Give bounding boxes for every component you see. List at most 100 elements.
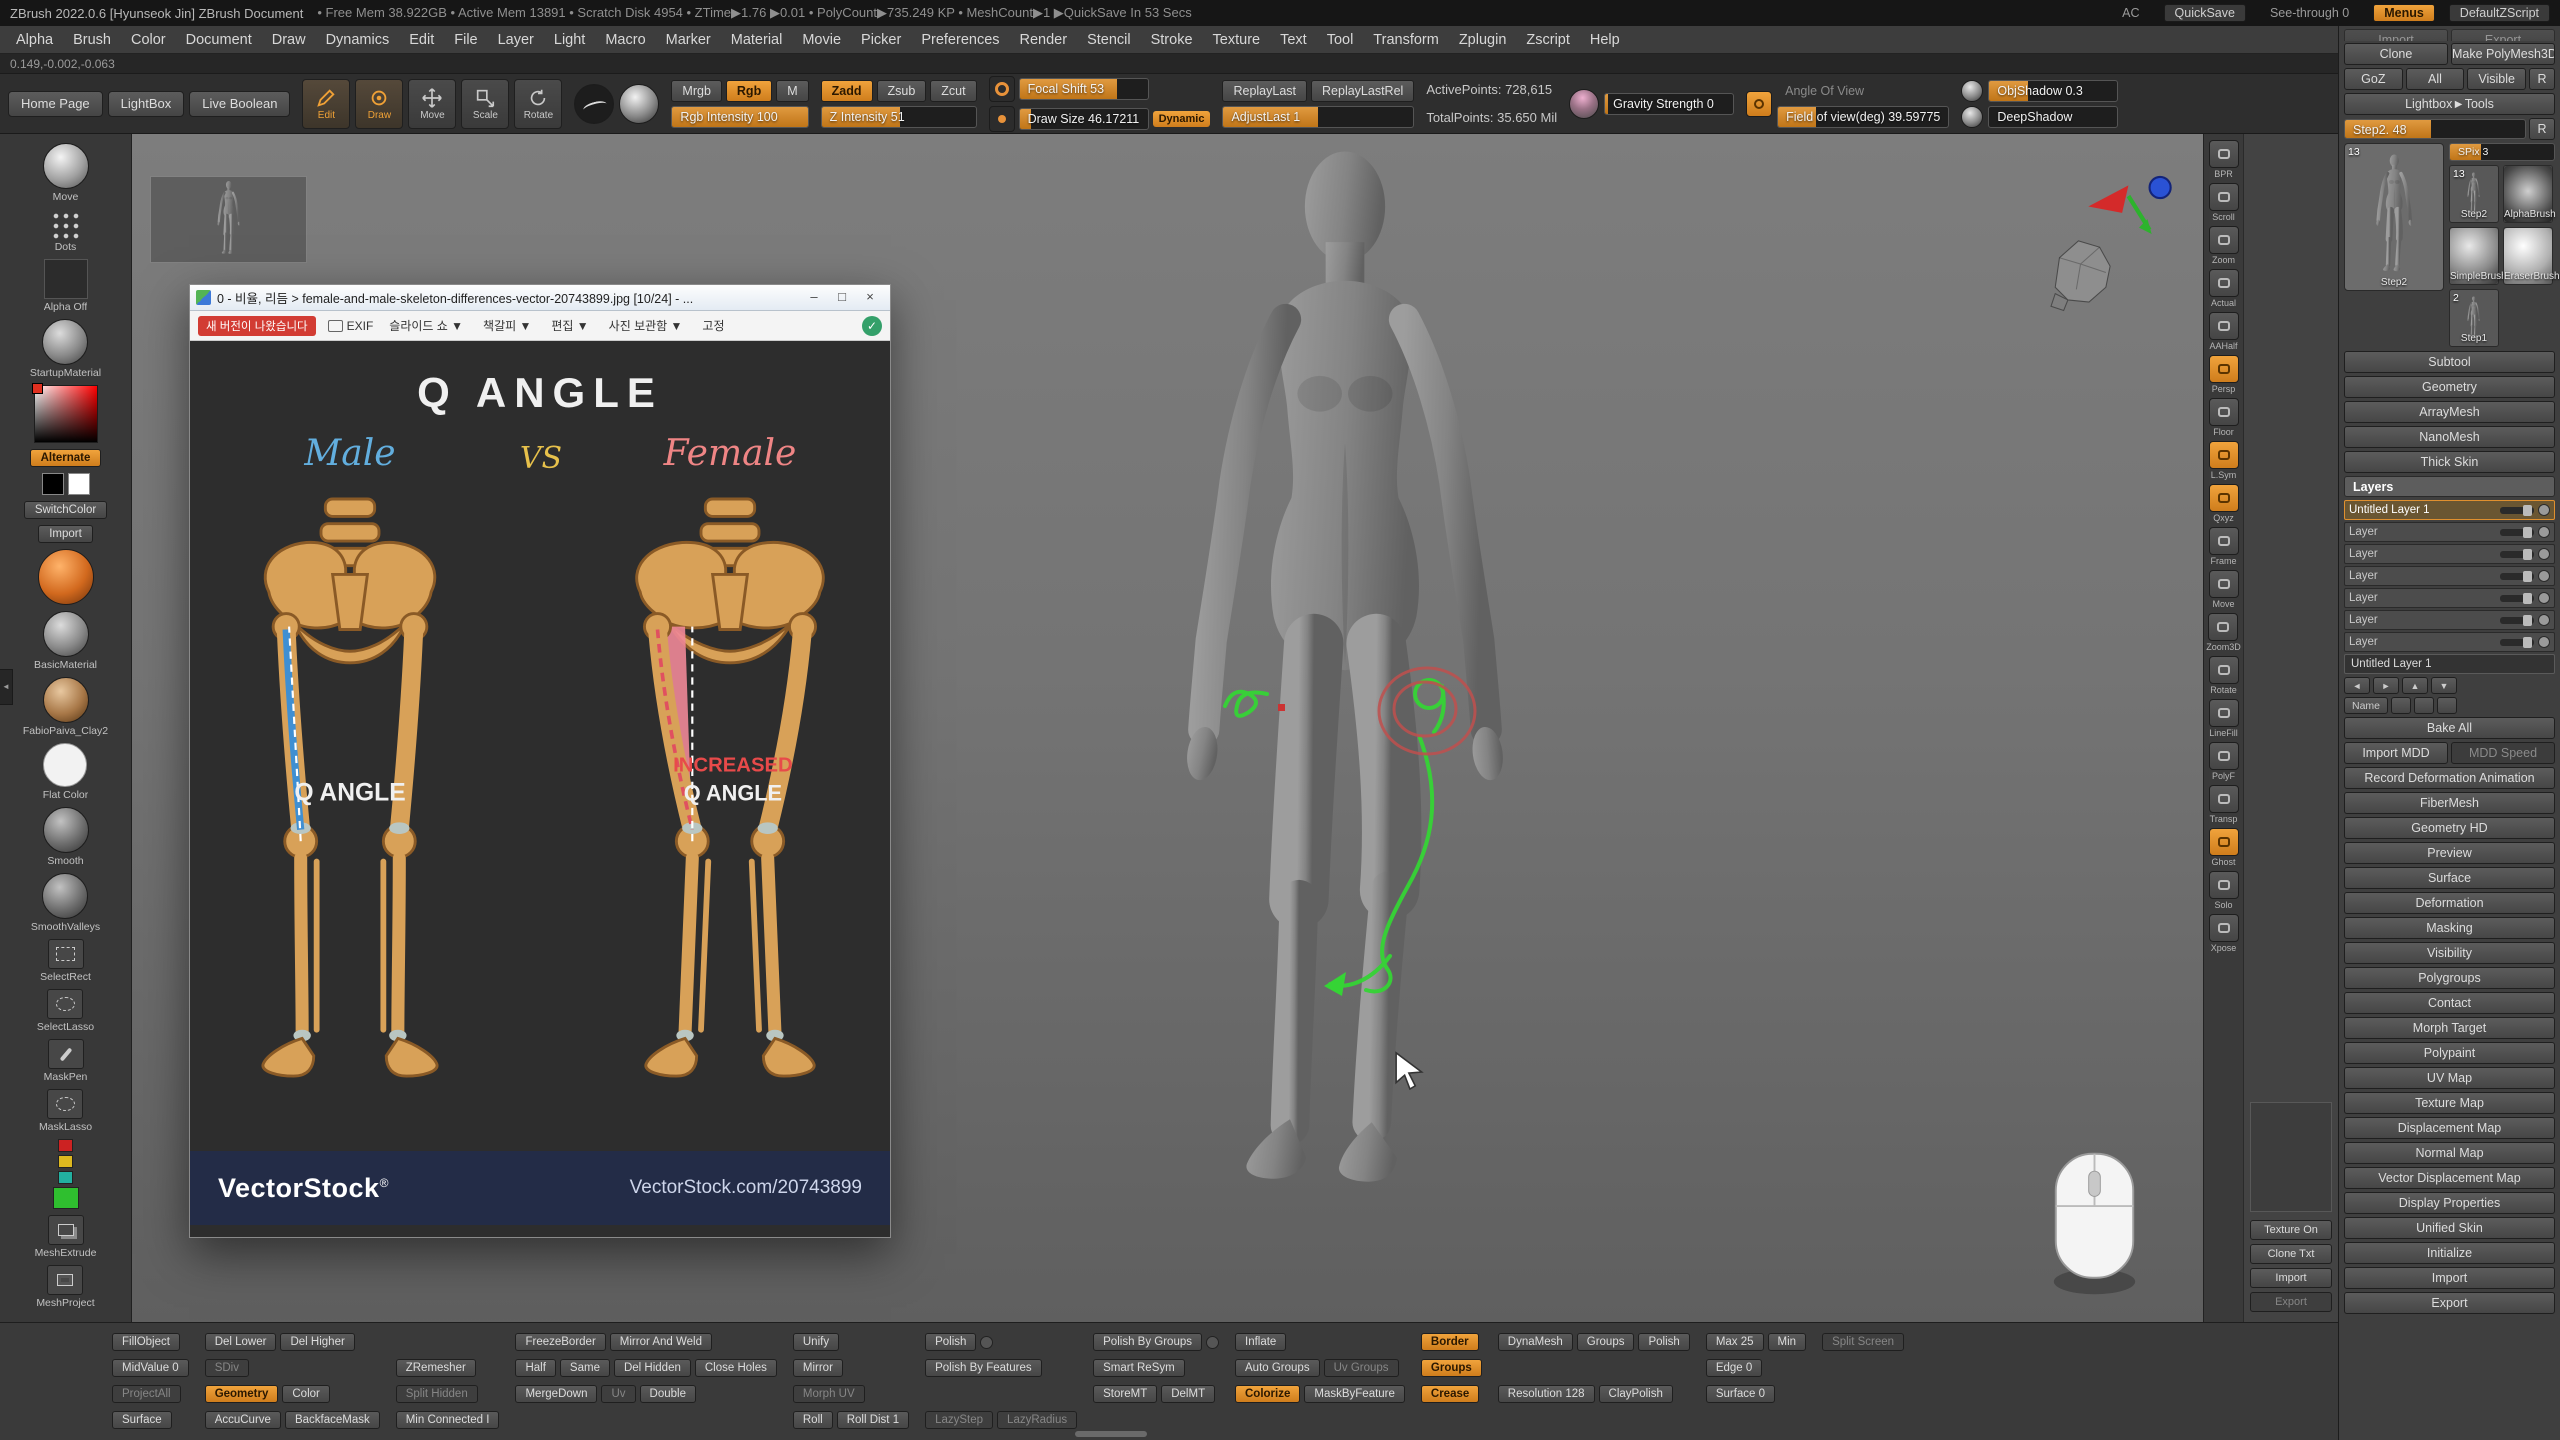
bottom-mirror-and-weld[interactable]: Mirror And Weld (610, 1333, 712, 1351)
menu-dynamics[interactable]: Dynamics (316, 26, 400, 54)
menu-stencil[interactable]: Stencil (1077, 26, 1141, 54)
sidebar-item-basicmaterial[interactable]: BasicMaterial (34, 611, 97, 671)
canvas-thumbnail[interactable] (150, 176, 307, 263)
panel-r[interactable]: R (2529, 68, 2555, 90)
menu-zscript[interactable]: Zscript (1516, 26, 1580, 54)
eye-icon[interactable] (2538, 548, 2550, 560)
viewer-menu-책갈피[interactable]: 책갈피 ▼ (479, 315, 535, 336)
panel-surface[interactable]: Surface (2344, 867, 2555, 889)
viewer-menu-편집[interactable]: 편집 ▼ (547, 315, 592, 336)
sidebar-item-alternate[interactable]: Alternate (30, 449, 102, 467)
swatch-column[interactable] (53, 1139, 79, 1209)
lightbox-button[interactable]: LightBox (108, 91, 185, 117)
bottom-polish[interactable]: Polish (1638, 1333, 1689, 1351)
layer-intensity-slider[interactable] (2500, 573, 2534, 580)
bottom-claypolish[interactable]: ClayPolish (1599, 1385, 1673, 1403)
bottom-lazyradius[interactable]: LazyRadius (997, 1411, 1077, 1429)
panel-arraymesh[interactable]: ArrayMesh (2344, 401, 2555, 423)
mini-import[interactable]: Import (2250, 1268, 2332, 1288)
panel-uv-map[interactable]: UV Map (2344, 1067, 2555, 1089)
layer-intensity-slider[interactable] (2500, 529, 2534, 536)
sidebar-item-selectrect[interactable]: SelectRect (40, 939, 91, 983)
bottom-roll[interactable]: Roll (793, 1411, 833, 1429)
panel-unified-skin[interactable]: Unified Skin (2344, 1217, 2555, 1239)
strip-floor[interactable]: Floor (2209, 398, 2239, 437)
bottom-same[interactable]: Same (560, 1359, 610, 1377)
panel-displacement-map[interactable]: Displacement Map (2344, 1117, 2555, 1139)
mini-export[interactable]: Export (2250, 1292, 2332, 1312)
strip-rotate[interactable]: Rotate (2209, 656, 2239, 695)
sidebar-item-sphere[interactable] (38, 549, 94, 605)
focal-shift-slider[interactable]: Focal Shift 53 (1019, 78, 1149, 100)
layer-intensity-slider[interactable] (2500, 551, 2534, 558)
home-page-button[interactable]: Home Page (8, 91, 103, 117)
panel-export[interactable]: Export (2451, 29, 2555, 41)
bottom-half[interactable]: Half (515, 1359, 555, 1377)
layer-tool-icon[interactable] (2391, 697, 2411, 714)
color-swatch[interactable] (58, 1139, 73, 1152)
strip-polyf[interactable]: PolyF (2209, 742, 2239, 781)
deep-shadow-slider[interactable]: DeepShadow (1988, 106, 2118, 128)
strip-zoom3d[interactable]: Zoom3D (2206, 613, 2241, 652)
panel-lightbox-tools[interactable]: Lightbox►Tools (2344, 93, 2555, 115)
bottom-zremesher[interactable]: ZRemesher (396, 1359, 476, 1377)
bottom-close-holes[interactable]: Close Holes (695, 1359, 777, 1377)
sidebar-item-startupmaterial[interactable]: StartupMaterial (30, 319, 101, 379)
strip-scroll[interactable]: Scroll (2209, 183, 2239, 222)
sidebar-item-fabiopaiva-clay2[interactable]: FabioPaiva_Clay2 (23, 677, 108, 737)
sidebar-item-import[interactable]: Import (38, 525, 93, 543)
bottom-storemt[interactable]: StoreMT (1093, 1385, 1157, 1403)
bottom-min-connected-i[interactable]: Min Connected I (396, 1411, 500, 1429)
bottom-geometry[interactable]: Geometry (205, 1385, 279, 1403)
document-canvas[interactable]: 0 - 비율, 리듬 > female-and-male-skeleton-di… (132, 134, 2203, 1322)
strip-qxyz[interactable]: Qxyz (2209, 484, 2239, 523)
strip-frame[interactable]: Frame (2209, 527, 2239, 566)
layer-intensity-slider[interactable] (2500, 595, 2534, 602)
brush-eraserbrush[interactable]: EraserBrush (2503, 227, 2553, 285)
bottom-surface-0[interactable]: Surface 0 (1706, 1385, 1775, 1403)
panel-contact[interactable]: Contact (2344, 992, 2555, 1014)
sidebar-item-meshextrude[interactable]: MeshExtrude (35, 1215, 97, 1259)
panel-clone[interactable]: Clone (2344, 43, 2448, 65)
layer-arrow-button[interactable]: ▲ (2402, 677, 2428, 694)
color-picker[interactable] (34, 385, 98, 443)
sidebar-item-move[interactable]: Move (43, 143, 89, 203)
bottom-crease[interactable]: Crease (1421, 1385, 1479, 1403)
panel-goz[interactable]: GoZ (2344, 68, 2403, 90)
menu-tool[interactable]: Tool (1317, 26, 1364, 54)
bottom-mergedown[interactable]: MergeDown (515, 1385, 597, 1403)
bottom-groups[interactable]: Groups (1577, 1333, 1635, 1351)
menu-texture[interactable]: Texture (1203, 26, 1271, 54)
strip-move[interactable]: Move (2209, 570, 2239, 609)
sculpt-female-figure[interactable] (1122, 138, 1568, 1268)
sidebar-item-switchcolor[interactable]: SwitchColor (24, 501, 107, 519)
eye-icon[interactable] (2538, 570, 2550, 582)
bottom-lazystep[interactable]: LazyStep (925, 1411, 993, 1429)
viewer-pin-icon[interactable]: ✓ (862, 316, 882, 336)
bottom-uv[interactable]: Uv (601, 1385, 635, 1403)
bottom-morph-uv[interactable]: Morph UV (793, 1385, 865, 1403)
zsub-button[interactable]: Zsub (877, 80, 927, 102)
gravity-strength-slider[interactable]: Gravity Strength 0 (1604, 93, 1734, 115)
eye-icon[interactable] (2538, 526, 2550, 538)
menu-document[interactable]: Document (176, 26, 262, 54)
draw-button[interactable]: Draw (355, 79, 403, 129)
toggle-dot[interactable] (980, 1336, 993, 1349)
obj-shadow-slider[interactable]: ObjShadow 0.3 (1988, 80, 2118, 102)
strip-aahalf[interactable]: AAHalf (2209, 312, 2239, 351)
bottom-mirror[interactable]: Mirror (793, 1359, 843, 1377)
panel-import-mdd[interactable]: Import MDD (2344, 742, 2448, 764)
stroke-icon[interactable] (574, 84, 614, 124)
sidebar-item-dots[interactable]: Dots (49, 209, 83, 253)
sidebar-item-masklasso[interactable]: MaskLasso (39, 1089, 92, 1133)
bottom-max-25[interactable]: Max 25 (1706, 1333, 1764, 1351)
maximize-button[interactable]: □ (828, 288, 856, 308)
z-intensity-slider[interactable]: Z Intensity 51 (821, 106, 977, 128)
close-button[interactable]: × (856, 288, 884, 308)
edit-button[interactable]: Edit (302, 79, 350, 129)
bottom-maskbyfeature[interactable]: MaskByFeature (1304, 1385, 1405, 1403)
panel-header-layers[interactable]: Layers (2344, 476, 2555, 497)
bottom-del-hidden[interactable]: Del Hidden (614, 1359, 691, 1377)
adjust-last-slider[interactable]: AdjustLast 1 (1222, 106, 1414, 128)
panel-visible[interactable]: Visible (2467, 68, 2526, 90)
